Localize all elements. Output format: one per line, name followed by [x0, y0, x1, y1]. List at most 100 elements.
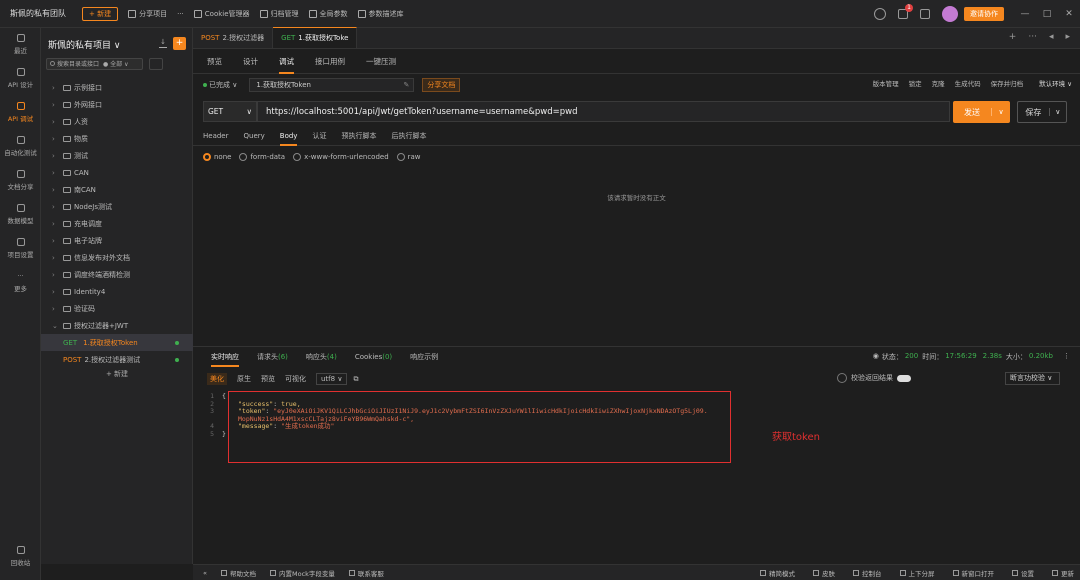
assertion-select[interactable]: 断言功校验 ∨ [1005, 372, 1060, 385]
tree-folder[interactable]: › Identity4 [41, 283, 193, 300]
api-name-field[interactable]: 1.获取授权Token ✎ [249, 78, 415, 92]
tree-folder[interactable]: › CAN [41, 164, 193, 181]
tree-folder[interactable]: › 充电调度 [41, 215, 193, 232]
encoding-select[interactable]: utf8 ∨ [316, 373, 348, 385]
tree-folder[interactable]: › 外网接口 [41, 96, 193, 113]
more-vertical-icon[interactable]: ⋮ [1063, 352, 1070, 362]
copy-icon[interactable]: ⧉ [353, 375, 358, 384]
chevron-down-icon[interactable]: ∨ [991, 108, 1010, 116]
rail-data-model[interactable]: 数据模型 [0, 198, 41, 232]
tab-stress-test[interactable]: 一键压测 [366, 49, 396, 74]
radio-raw[interactable]: raw [396, 153, 421, 161]
tree-api-get-token[interactable]: GET 1.获取授权Token [41, 334, 193, 351]
tab-debug[interactable]: 调试 [279, 49, 294, 74]
param-library-button[interactable]: 参数描述库 [357, 9, 404, 19]
archive-button[interactable]: 归档管理 [259, 9, 299, 19]
search-input[interactable]: 搜索目录或接口 ● 全部 ∨ [46, 57, 143, 70]
team-selector[interactable]: 斯佩的私有团队 [0, 8, 78, 19]
cookie-manager-button[interactable]: Cookie管理器 [193, 9, 250, 19]
environment-select[interactable]: 默认环境 ∨ [1039, 78, 1072, 88]
global-params-button[interactable]: 全局参数 [308, 9, 348, 19]
contact-support-button[interactable]: 联系客服 [348, 568, 384, 578]
maximize-button[interactable]: □ [1036, 9, 1058, 19]
notification-icon[interactable]: 1 [898, 4, 913, 19]
tab-live-response[interactable]: 实时响应 [211, 347, 239, 367]
rail-settings[interactable]: 项目设置 [0, 232, 41, 266]
tab-cookies[interactable]: Cookies(0) [355, 347, 392, 367]
format-visualize[interactable]: 可视化 [285, 374, 306, 384]
tab-header[interactable]: Header [203, 127, 229, 146]
clone-button[interactable]: 克隆 [932, 78, 945, 88]
help-docs-button[interactable]: 帮助文档 [220, 568, 256, 578]
tab-query[interactable]: Query [244, 127, 265, 146]
close-button[interactable]: ✕ [1058, 9, 1080, 19]
save-archive-button[interactable]: 保存并归档 [991, 78, 1024, 88]
compact-mode-button[interactable]: 精简模式 [760, 568, 795, 578]
tab-response-examples[interactable]: 响应示例 [410, 347, 438, 367]
settings-button[interactable]: 设置 [1012, 568, 1034, 578]
tree-folder[interactable]: › 验证码 [41, 300, 193, 317]
more-menu-button[interactable]: ··· [177, 10, 184, 18]
sort-icon[interactable] [169, 58, 183, 70]
invite-collab-button[interactable]: 邀请协作 [964, 7, 1004, 21]
version-manage-button[interactable]: 版本管理 [873, 78, 899, 88]
rail-automation[interactable]: 自动化测试 [0, 130, 41, 164]
new-window-button[interactable]: 新窗口打开 [952, 568, 994, 578]
split-screen-button[interactable]: 上下分屏 [899, 568, 935, 578]
lock-button[interactable]: 锁定 [909, 78, 922, 88]
play-icon[interactable] [837, 373, 847, 383]
send-button[interactable]: 发送 ∨ [953, 101, 1010, 123]
import-icon[interactable]: ↓ [159, 39, 167, 48]
tab-preview[interactable]: 预览 [207, 49, 222, 74]
tree-add-button[interactable]: + 新建 [41, 369, 193, 385]
radio-none[interactable]: none [203, 153, 231, 161]
tree-folder[interactable]: › 人资 [41, 113, 193, 130]
tab-body[interactable]: Body [279, 127, 298, 146]
tabs-more-icon[interactable]: ··· [1028, 32, 1037, 42]
tree-folder[interactable]: › 调度终端酒精检测 [41, 266, 193, 283]
rail-doc-share[interactable]: 文档分享 [0, 164, 41, 198]
mock-vars-button[interactable]: 内置Mock字段变量 [269, 568, 335, 578]
url-input[interactable]: https://localhost:5001/api/Jwt/getToken?… [257, 101, 950, 122]
tree-folder[interactable]: › 示例接口 [41, 79, 193, 96]
tab-pre-script[interactable]: 预执行脚本 [341, 127, 376, 146]
minimize-button[interactable]: — [1014, 9, 1036, 19]
tab-request-headers[interactable]: 请求头(6) [257, 347, 288, 367]
rail-more[interactable]: ··· 更多 [0, 266, 41, 300]
sync-icon[interactable] [874, 8, 886, 20]
format-pretty[interactable]: 美化 [207, 373, 227, 385]
locate-button[interactable] [149, 57, 163, 70]
new-button[interactable]: + 新建 [82, 6, 119, 21]
tab-prev-icon[interactable]: ◂ [1049, 32, 1054, 42]
save-button[interactable]: 保存 ∨ [1017, 101, 1067, 123]
tree-folder[interactable]: › NodeJs测试 [41, 198, 193, 215]
tab-next-icon[interactable]: ▸ [1065, 32, 1070, 42]
tab-response-headers[interactable]: 响应头(4) [306, 347, 337, 367]
tree-folder[interactable]: ⌄ 授权过滤器+JWT [41, 317, 193, 334]
format-preview[interactable]: 预览 [261, 374, 275, 384]
share-project-button[interactable]: 分享项目 [128, 9, 167, 19]
tree-folder[interactable]: › 南CAN [41, 181, 193, 198]
project-title[interactable]: 斯佩的私有项目 ∨ [48, 38, 120, 51]
doc-tab-post-filter[interactable]: POST 2.授权过滤器 [193, 27, 274, 48]
radio-urlencoded[interactable]: x-www-form-urlencoded [293, 153, 389, 161]
verify-toggle[interactable] [897, 374, 911, 382]
doc-tab-get-token[interactable]: GET 1.获取授权Toke [273, 27, 358, 48]
tab-cases[interactable]: 接口用例 [315, 49, 345, 74]
message-icon[interactable] [920, 9, 930, 19]
method-select[interactable]: GET ∨ [203, 101, 257, 122]
format-raw[interactable]: 原生 [237, 374, 251, 384]
filter-select[interactable]: ● 全部 ∨ [103, 59, 128, 68]
tree-folder[interactable]: › 电子站牌 [41, 232, 193, 249]
tab-design[interactable]: 设计 [243, 49, 258, 74]
rail-recycle-bin[interactable]: 回收站 [0, 540, 41, 574]
avatar[interactable] [942, 6, 958, 22]
tab-auth[interactable]: 认证 [312, 127, 326, 146]
update-button[interactable]: 更新 [1052, 568, 1074, 578]
tree-folder[interactable]: › 信息发布对外文档 [41, 249, 193, 266]
rail-api-design[interactable]: API 设计 [0, 62, 41, 96]
tree-folder[interactable]: › 测试 [41, 147, 193, 164]
tab-post-script[interactable]: 后执行脚本 [391, 127, 426, 146]
share-doc-button[interactable]: 分享文档 [422, 78, 461, 92]
radio-form-data[interactable]: form-data [239, 153, 285, 161]
